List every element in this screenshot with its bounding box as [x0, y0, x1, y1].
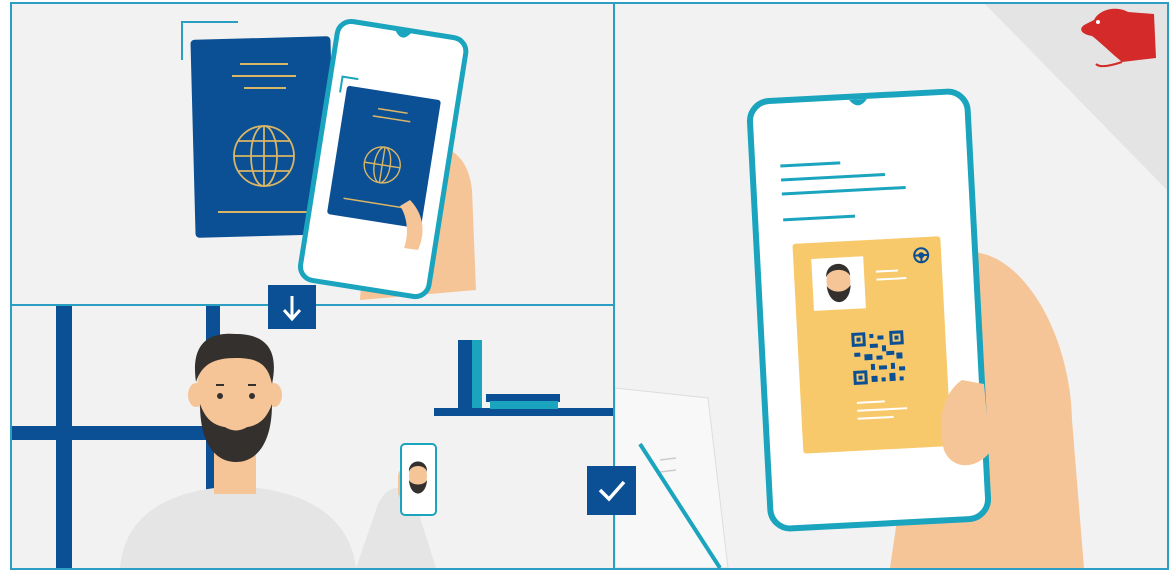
- book: [486, 394, 560, 402]
- book: [472, 340, 482, 408]
- illustration-canvas: [0, 0, 1169, 570]
- shelf: [434, 408, 613, 416]
- book: [458, 340, 472, 408]
- checkmark-icon: [587, 466, 636, 515]
- credential-panel: [615, 4, 1167, 568]
- arrow-down-icon: [268, 285, 316, 329]
- globe-icon: [233, 125, 295, 187]
- selfie-panel: [12, 306, 613, 568]
- passport-scan-panel: [12, 4, 613, 304]
- qr-code: [851, 330, 906, 385]
- selfie-phone: [400, 443, 437, 516]
- illustration-stage: [0, 0, 1169, 570]
- book: [490, 401, 558, 409]
- license-card: [792, 236, 952, 454]
- phone-credential: [746, 88, 992, 532]
